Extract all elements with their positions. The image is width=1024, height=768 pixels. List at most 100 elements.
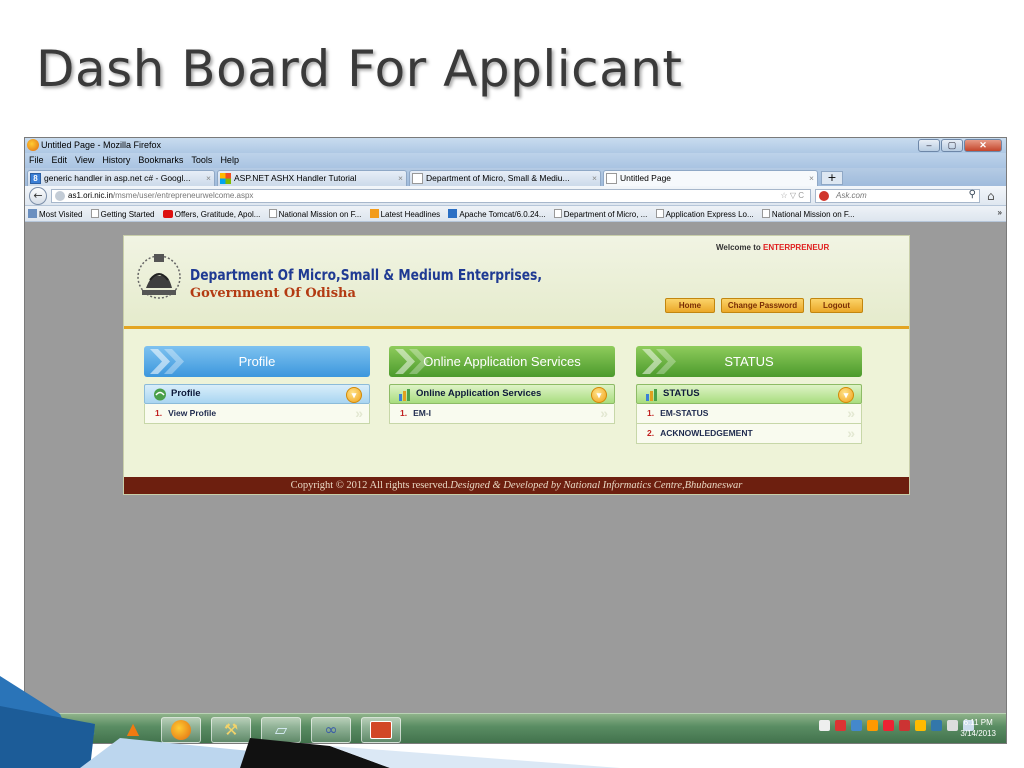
browser-screenshot: Untitled Page - Mozilla Firefox – ▢ ✕ Fi… xyxy=(24,137,1007,744)
search-placeholder: Ask.com xyxy=(836,191,867,200)
tomcat-icon xyxy=(448,209,458,218)
collapse-toggle-icon[interactable]: ▾ xyxy=(838,387,854,403)
tab-bar: 8 generic handler in asp.net c# - Googl.… xyxy=(25,168,1006,186)
tab-department[interactable]: Department of Micro, Small & Mediu... × xyxy=(409,170,601,186)
welcome-prefix: Welcome to xyxy=(716,243,761,252)
collapse-toggle-icon[interactable]: ▾ xyxy=(591,387,607,403)
odisha-emblem-icon xyxy=(137,254,181,299)
menu-item-em-i[interactable]: 1. EM-I » xyxy=(389,404,615,424)
tab-close-icon[interactable]: × xyxy=(206,171,211,185)
online-services-panel: Online Application Services Online Appli… xyxy=(389,346,615,424)
online-services-subheader[interactable]: Online Application Services ▾ xyxy=(389,384,615,404)
menu-item-acknowledgement[interactable]: 2. ACKNOWLEDGEMENT » xyxy=(636,424,862,444)
menu-help[interactable]: Help xyxy=(216,153,243,165)
page-icon xyxy=(90,209,99,218)
item-label: EM-I xyxy=(413,408,432,418)
url-domain: as1.ori.nic.in xyxy=(68,191,113,200)
bookmark-national-mission-2[interactable]: National Mission on F... xyxy=(759,206,858,219)
tab-close-icon[interactable]: × xyxy=(398,171,403,185)
chevron-right-icon: » xyxy=(847,425,855,441)
developer-credit: Designed & Developed by National Informa… xyxy=(450,480,743,491)
menu-item-view-profile[interactable]: 1. View Profile » xyxy=(144,404,370,424)
back-button[interactable]: ← xyxy=(29,187,47,205)
menu-tools[interactable]: Tools xyxy=(187,153,216,165)
maximize-button[interactable]: ▢ xyxy=(941,139,963,152)
search-input[interactable]: Ask.com ⚲ xyxy=(815,189,980,203)
online-services-subheader-label: Online Application Services xyxy=(416,388,542,399)
home-button[interactable]: Home xyxy=(665,298,715,313)
profile-subheader[interactable]: Profile ▾ xyxy=(144,384,370,404)
slide-title: Dash Board For Applicant xyxy=(36,40,683,98)
bookmark-application-express[interactable]: Application Express Lo... xyxy=(653,206,757,219)
status-panel: STATUS STATUS ▾ 1. EM-STATUS » 2. ACKNOW… xyxy=(636,346,862,444)
item-number: 1. xyxy=(155,408,163,418)
bookmarks-overflow-button[interactable]: » xyxy=(998,208,1002,217)
double-chevron-icon xyxy=(642,349,676,374)
welcome-username: ENTERPRENEUR xyxy=(762,243,830,252)
page-icon xyxy=(655,209,664,218)
item-number: 1. xyxy=(647,408,655,418)
window-title: Untitled Page - Mozilla Firefox xyxy=(41,140,162,150)
bookmark-label: National Mission on F... xyxy=(771,210,855,219)
new-tab-button[interactable]: + xyxy=(821,171,843,185)
status-panel-header: STATUS xyxy=(636,346,862,377)
bookmark-label: Most Visited xyxy=(39,210,83,219)
profile-panel: Profile Profile ▾ 1. View Profile » xyxy=(144,346,370,424)
ask-search-engine-icon[interactable] xyxy=(819,191,829,201)
tab-ashx-tutorial[interactable]: ASP.NET ASHX Handler Tutorial × xyxy=(217,170,407,186)
online-services-panel-header: Online Application Services xyxy=(389,346,615,377)
menu-edit[interactable]: Edit xyxy=(48,153,72,165)
bookmark-label: Application Express Lo... xyxy=(665,210,754,219)
chart-icon xyxy=(399,389,410,401)
minimize-button[interactable]: – xyxy=(918,139,940,152)
url-controls[interactable]: ☆ ▽ C xyxy=(780,190,804,202)
bookmark-department-micro[interactable]: Department of Micro, ... xyxy=(551,206,651,219)
tab-label: ASP.NET ASHX Handler Tutorial xyxy=(234,173,357,183)
menu-item-em-status[interactable]: 1. EM-STATUS » xyxy=(636,404,862,424)
dashboard-page: Department Of Micro,Small & Medium Enter… xyxy=(123,235,910,495)
menu-history[interactable]: History xyxy=(98,153,134,165)
department-name: Department Of Micro,Small & Medium Enter… xyxy=(190,266,543,284)
profile-subheader-label: Profile xyxy=(171,388,201,399)
youtube-icon xyxy=(162,210,173,218)
menu-view[interactable]: View xyxy=(71,153,98,165)
tab-untitled-page[interactable]: Untitled Page × xyxy=(603,170,818,186)
slide-decoration xyxy=(0,676,620,768)
tab-google[interactable]: 8 generic handler in asp.net c# - Googl.… xyxy=(27,170,215,186)
search-icon[interactable]: ⚲ xyxy=(969,189,976,201)
menu-file[interactable]: File xyxy=(25,153,48,165)
profile-header-label: Profile xyxy=(238,354,276,369)
menu-bookmarks[interactable]: Bookmarks xyxy=(134,153,187,165)
home-icon[interactable]: ⌂ xyxy=(987,189,995,203)
logout-button[interactable]: Logout xyxy=(810,298,863,313)
item-number: 1. xyxy=(400,408,408,418)
close-window-button[interactable]: ✕ xyxy=(964,139,1002,152)
bookmark-most-visited[interactable]: Most Visited xyxy=(25,206,85,219)
collapse-toggle-icon[interactable]: ▾ xyxy=(346,387,362,403)
double-chevron-icon xyxy=(150,349,184,374)
page-icon xyxy=(553,209,562,218)
status-subheader[interactable]: STATUS ▾ xyxy=(636,384,862,404)
rss-icon xyxy=(369,209,379,218)
item-label: ACKNOWLEDGEMENT xyxy=(660,428,753,438)
double-chevron-icon xyxy=(395,349,429,374)
bookmark-apache-tomcat[interactable]: Apache Tomcat/6.0.24... xyxy=(445,206,548,219)
tab-close-icon[interactable]: × xyxy=(809,171,814,185)
profile-icon xyxy=(154,388,166,401)
tab-close-icon[interactable]: × xyxy=(592,171,597,185)
bookmark-offers[interactable]: Offers, Gratitude, Apol... xyxy=(160,207,264,219)
site-identity-icon[interactable] xyxy=(55,191,65,201)
item-number: 2. xyxy=(647,428,655,438)
bookmark-national-mission-1[interactable]: National Mission on F... xyxy=(266,206,365,219)
page-icon xyxy=(268,209,277,218)
online-services-header-label: Online Application Services xyxy=(423,354,581,369)
change-password-button[interactable]: Change Password xyxy=(721,298,804,313)
slide: Dash Board For Applicant Untitled Page -… xyxy=(0,0,1024,768)
bookmark-latest-headlines[interactable]: Latest Headlines xyxy=(367,206,444,219)
firefox-icon xyxy=(27,139,39,151)
bookmark-getting-started[interactable]: Getting Started xyxy=(88,206,158,219)
url-bar[interactable]: as1.ori.nic.in/msme/user/entrepreneurwel… xyxy=(51,189,811,203)
profile-panel-header: Profile xyxy=(144,346,370,377)
page-icon xyxy=(412,173,423,184)
bookmark-label: Department of Micro, ... xyxy=(563,210,648,219)
